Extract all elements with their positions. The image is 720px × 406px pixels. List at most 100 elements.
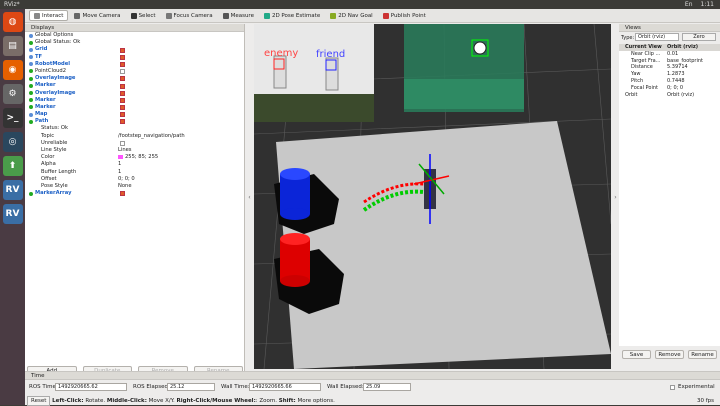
help-text-1: Rotate. <box>83 398 107 404</box>
display-name: RobotModel <box>35 60 71 67</box>
display-enable-checkbox[interactable] <box>120 83 125 89</box>
view-property-row[interactable]: Yaw 1.2873 <box>619 71 720 78</box>
display-row[interactable]: TF <box>25 54 244 61</box>
wall-time-field[interactable]: 1492920665.66 <box>249 383 321 391</box>
display-row[interactable]: Alpha 1 <box>25 161 244 168</box>
display-enable-checkbox[interactable] <box>120 112 125 118</box>
tool-move-camera[interactable]: Move Camera <box>70 10 124 21</box>
view-property-row[interactable]: Target Fra... base_footprint <box>619 57 720 65</box>
view-property-value: 0.7448 <box>667 77 685 84</box>
tool-interact[interactable]: Interact <box>29 10 69 21</box>
property-value[interactable]: Lines <box>118 147 132 154</box>
ros-time-label: ROS Time: <box>29 384 58 390</box>
display-type-icon <box>29 55 33 60</box>
settings-icon[interactable]: ⚙ <box>2 84 23 104</box>
display-row[interactable]: MarkerArray <box>25 190 244 197</box>
display-enable-checkbox[interactable] <box>120 119 125 125</box>
keyboard-indicator[interactable]: En <box>685 0 693 9</box>
remove-view-button[interactable]: Remove <box>655 350 684 359</box>
displays-tree[interactable]: Global Options Global Status: Ok Grid TF Rob… <box>25 32 244 332</box>
display-row[interactable]: Marker <box>25 104 244 111</box>
display-row[interactable]: Line Style Lines <box>25 147 244 154</box>
display-row[interactable]: Marker <box>25 97 244 104</box>
rviz-icon[interactable]: RV <box>2 180 23 200</box>
window-title: RViz* <box>4 1 20 8</box>
display-row[interactable]: OverlayImage <box>25 90 244 97</box>
display-enable-checkbox[interactable] <box>120 61 125 67</box>
view-type-row: Type: Orbit (rviz) Zero <box>619 32 720 44</box>
view-type-select[interactable]: Orbit (rviz) <box>635 33 679 41</box>
property-value[interactable]: 0; 0; 0 <box>118 176 135 183</box>
property-value[interactable]: /footstep_navigation/path <box>118 133 185 140</box>
display-enable-checkbox[interactable] <box>120 47 125 53</box>
display-name: Global Options <box>35 32 74 38</box>
display-enable-checkbox[interactable] <box>120 76 125 82</box>
display-enable-checkbox[interactable] <box>120 90 125 96</box>
time-title: Time <box>31 373 45 379</box>
experimental-checkbox[interactable] <box>670 385 675 390</box>
tool-2d-pose-estimate[interactable]: 2D Pose Estimate <box>260 10 324 21</box>
view-property-row[interactable]: Distance 5.39714 <box>619 64 720 72</box>
display-row[interactable]: Global Status: Ok <box>25 39 244 46</box>
tool-focus-camera[interactable]: Focus Camera <box>162 10 217 21</box>
tool-measure[interactable]: Measure <box>219 10 258 21</box>
display-type-icon <box>29 112 33 117</box>
view-property-row[interactable]: Pitch 0.7448 <box>619 77 720 85</box>
display-row[interactable]: Grid <box>25 46 244 53</box>
view-property-row[interactable]: Near Clip ... 0.01 <box>619 50 720 58</box>
view-property-row[interactable]: Current View Orbit (rviz) <box>619 44 720 51</box>
view-property-row[interactable]: Orbit Orbit (rviz) <box>619 91 720 99</box>
display-row[interactable]: OverlayImage <box>25 75 244 82</box>
display-enable-checkbox[interactable] <box>120 97 125 103</box>
display-row[interactable]: Map <box>25 111 244 118</box>
property-value[interactable]: 1 <box>118 161 121 168</box>
display-row[interactable]: Topic/footstep_navigation/path <box>25 133 244 140</box>
property-value[interactable]: 255; 85; 255 <box>118 154 158 161</box>
display-row[interactable]: Unreliable <box>25 140 244 147</box>
display-row[interactable]: Global Options <box>25 32 244 39</box>
display-row[interactable]: Buffer Length 1 <box>25 169 244 176</box>
display-row[interactable]: Marker <box>25 82 244 89</box>
display-row[interactable]: Status: Ok <box>25 125 244 132</box>
tool-select[interactable]: Select <box>127 10 160 21</box>
display-enable-checkbox[interactable] <box>120 141 125 146</box>
dash-icon[interactable]: ◍ <box>2 12 23 32</box>
display-row[interactable]: PointCloud2 <box>25 68 244 75</box>
display-enable-checkbox[interactable] <box>120 69 125 75</box>
view-property-row[interactable]: Focal Point 0; 0; 0 <box>619 84 720 92</box>
update-icon[interactable]: ⬆ <box>2 156 23 176</box>
rviz-icon-2[interactable]: RV <box>2 204 23 224</box>
display-row[interactable]: Color 255; 85; 255 <box>25 154 244 161</box>
ros-elapsed-field[interactable]: 25.12 <box>167 383 215 391</box>
wall-elapsed-field[interactable]: 25.09 <box>363 383 411 391</box>
display-type-icon <box>29 76 33 81</box>
display-enable-checkbox[interactable] <box>120 54 125 60</box>
display-row[interactable]: Offset 0; 0; 0 <box>25 176 244 183</box>
terminal-icon[interactable]: >_ <box>2 108 23 128</box>
views-title: Views <box>625 25 641 31</box>
wall-elapsed-label: Wall Elapsed: <box>327 384 364 390</box>
3d-viewport[interactable]: enemy friend <box>254 24 611 369</box>
clock[interactable]: 1:11 <box>701 0 714 9</box>
property-value[interactable]: None <box>118 183 132 190</box>
left-splitter[interactable]: ‹ <box>245 24 254 371</box>
display-type-icon <box>29 33 33 38</box>
display-enable-checkbox[interactable] <box>120 105 125 111</box>
zero-button[interactable]: Zero <box>682 33 716 41</box>
rename-view-button[interactable]: Rename <box>688 350 717 359</box>
tool-2d-nav-goal[interactable]: 2D Nav Goal <box>326 10 377 21</box>
tool-publish-point[interactable]: Publish Point <box>379 10 430 21</box>
display-enable-checkbox[interactable] <box>120 191 125 197</box>
display-row[interactable]: RobotModel <box>25 61 244 68</box>
steam-icon[interactable]: ◎ <box>2 132 23 152</box>
ros-time-field[interactable]: 1492920665.62 <box>55 383 127 391</box>
display-type-icon <box>29 98 33 103</box>
property-value[interactable]: 1 <box>118 169 121 176</box>
display-row[interactable]: Path <box>25 118 244 125</box>
firefox-icon[interactable]: ◉ <box>2 60 23 80</box>
save-view-button[interactable]: Save <box>622 350 651 359</box>
help-text-2: Move X/Y. <box>146 398 177 404</box>
display-row[interactable]: Pose Style None <box>25 183 244 190</box>
files-icon[interactable]: ▤ <box>2 36 23 56</box>
views-tree[interactable]: Current View Orbit (rviz) Near Clip ... 0.0… <box>619 44 720 346</box>
